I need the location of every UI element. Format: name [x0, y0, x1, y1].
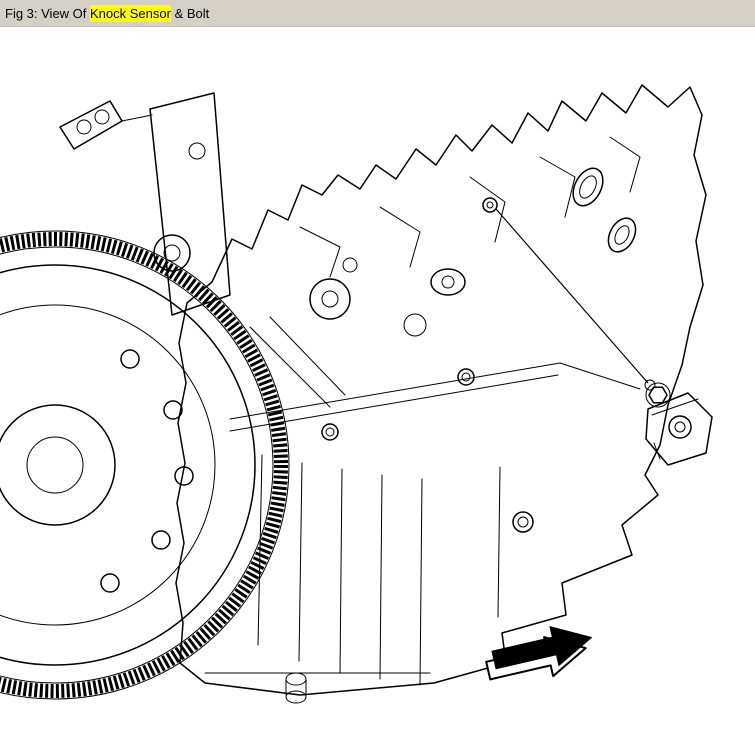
- flywheel-ring-gear-icon: [0, 231, 289, 699]
- knock-sensor-bolt-icon: [645, 380, 670, 407]
- figure-page: Fig 3: View Of Knock Sensor & Bolt: [0, 0, 755, 738]
- caption-prefix: Fig 3: View Of: [5, 6, 90, 21]
- leader-line: [496, 209, 648, 383]
- engine-diagram: [0, 27, 755, 737]
- figure-caption-bar: Fig 3: View Of Knock Sensor & Bolt: [0, 0, 755, 27]
- knock-sensor-icon: [645, 380, 712, 465]
- engine-block-icon: [60, 85, 706, 703]
- diagram-area: [0, 27, 755, 737]
- caption-suffix: & Bolt: [171, 6, 209, 21]
- direction-arrow-icon: [482, 618, 598, 690]
- caption-highlight: Knock Sensor: [90, 5, 171, 22]
